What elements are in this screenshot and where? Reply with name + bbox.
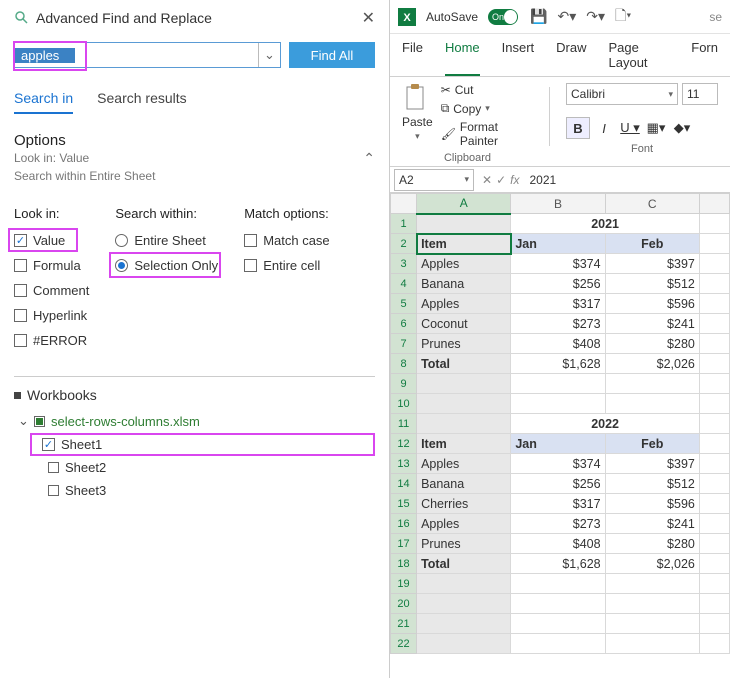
workbook-tree: Workbooks ⌄ select-rows-columns.xlsm ✓ S…: [14, 376, 375, 502]
lookin-header: Look in:: [14, 206, 89, 221]
dialog-tabs: Search in Search results: [14, 90, 375, 114]
tab-page-layout[interactable]: Page Layout: [609, 40, 670, 76]
col-header-b[interactable]: B: [511, 194, 605, 214]
search-combo[interactable]: ⌄: [14, 42, 281, 68]
border-button[interactable]: ▦▾: [644, 117, 668, 139]
dialog-header: Advanced Find and Replace ✕: [14, 8, 375, 28]
font-size-combo[interactable]: 11: [682, 83, 718, 105]
group-font: Calibri▾ 11 B I U ▾ ▦▾ ◆▾ Font: [560, 83, 724, 164]
radio-entire-sheet[interactable]: Entire Sheet: [115, 233, 218, 248]
ribbon-tabs: File Home Insert Draw Page Layout Forn: [390, 34, 730, 77]
radio-selection-only[interactable]: Selection Only: [115, 258, 218, 273]
scissors-icon: ✂: [441, 83, 451, 97]
checkbox-hyperlink[interactable]: Hyperlink: [14, 308, 89, 323]
checkbox-formula[interactable]: Formula: [14, 258, 89, 273]
redo-icon[interactable]: ↷▾: [584, 8, 607, 25]
tree-sheet2[interactable]: Sheet2: [14, 456, 375, 479]
searchwithin-header: Search within:: [115, 206, 218, 221]
title-bar: X AutoSave On 💾 ↶▾ ↷▾ 🗋▾ se: [390, 0, 730, 34]
tab-search-results[interactable]: Search results: [97, 90, 186, 114]
cell[interactable]: Item: [417, 234, 511, 254]
fx-icon[interactable]: fx: [510, 173, 519, 187]
tree-header: Workbooks: [14, 387, 375, 403]
cut-button[interactable]: ✂Cut: [441, 83, 533, 97]
tab-home[interactable]: Home: [445, 40, 480, 76]
find-all-button[interactable]: Find All: [289, 42, 375, 68]
col-header-d[interactable]: [699, 194, 729, 214]
tree-sheet1[interactable]: ✓ Sheet1: [8, 433, 381, 456]
name-box[interactable]: A2▾: [394, 169, 474, 191]
font-name-combo[interactable]: Calibri▾: [566, 83, 678, 105]
format-painter-button[interactable]: 🖌Format Painter: [441, 120, 533, 148]
copy-button[interactable]: ⧉Copy▾: [441, 101, 533, 116]
tree-sheet3[interactable]: Sheet3: [14, 479, 375, 502]
cell[interactable]: 2021: [511, 214, 700, 234]
new-icon[interactable]: 🗋▾: [613, 5, 633, 29]
tab-formulas[interactable]: Forn: [691, 40, 718, 76]
fill-color-button[interactable]: ◆▾: [670, 117, 694, 139]
autosave-toggle[interactable]: On: [488, 9, 518, 25]
options-body: Look in: Value Formula Comment Hyperlink…: [14, 206, 375, 348]
find-replace-dialog: Advanced Find and Replace ✕ ⌄ Find All S…: [0, 0, 390, 678]
ribbon: Paste ▾ ✂Cut ⧉Copy▾ 🖌Format Painter Clip…: [390, 77, 730, 167]
save-icon[interactable]: 💾: [528, 8, 549, 25]
undo-icon[interactable]: ↶▾: [555, 8, 578, 25]
excel-icon: X: [398, 8, 416, 26]
spreadsheet-grid[interactable]: A B C 12021 2ItemJanFeb 3Apples$374$397 …: [390, 193, 730, 678]
search-fragment: se: [709, 10, 722, 24]
options-title: Options: [14, 132, 155, 149]
bold-button[interactable]: B: [566, 117, 590, 139]
checkbox-match-case[interactable]: Match case: [244, 233, 329, 248]
collapse-icon[interactable]: ⌄: [18, 413, 28, 429]
select-all-corner[interactable]: [391, 194, 417, 214]
chevron-up-icon[interactable]: ⌃: [363, 150, 375, 167]
dialog-title: Advanced Find and Replace: [36, 10, 212, 26]
tab-file[interactable]: File: [402, 40, 423, 76]
quick-access-toolbar: 💾 ↶▾ ↷▾ 🗋▾: [528, 5, 633, 29]
match-header: Match options:: [244, 206, 329, 221]
cell[interactable]: [417, 214, 511, 234]
col-header-a[interactable]: A: [417, 194, 511, 214]
italic-button[interactable]: I: [592, 117, 616, 139]
enter-icon[interactable]: ✓: [496, 173, 506, 187]
checkbox-error[interactable]: #ERROR: [14, 333, 89, 348]
search-row: ⌄ Find All: [14, 42, 375, 68]
find-icon: [14, 10, 30, 26]
options-header[interactable]: Options Look in: Value Search within Ent…: [14, 132, 375, 184]
formula-input[interactable]: 2021: [523, 173, 730, 187]
underline-button[interactable]: U ▾: [618, 117, 642, 139]
group-clipboard: Paste ▾ ✂Cut ⧉Copy▾ 🖌Format Painter Clip…: [396, 83, 539, 164]
chevron-down-icon[interactable]: ⌄: [258, 43, 280, 67]
checkbox-value[interactable]: Value: [14, 233, 89, 248]
paste-button[interactable]: Paste ▾: [402, 83, 433, 142]
checkbox-comment[interactable]: Comment: [14, 283, 89, 298]
tree-workbook[interactable]: ⌄ select-rows-columns.xlsm: [14, 409, 375, 433]
autosave-label: AutoSave: [426, 10, 478, 24]
brush-icon: 🖌: [441, 127, 456, 141]
tristate-icon[interactable]: [14, 392, 21, 399]
options-sub2: Search within Entire Sheet: [14, 169, 155, 185]
search-input[interactable]: [15, 48, 75, 63]
excel-window: X AutoSave On 💾 ↶▾ ↷▾ 🗋▾ se File Home In…: [390, 0, 730, 678]
tab-insert[interactable]: Insert: [502, 40, 535, 76]
formula-bar: A2▾ ✕ ✓ fx 2021: [390, 167, 730, 193]
copy-icon: ⧉: [441, 101, 450, 116]
tab-draw[interactable]: Draw: [556, 40, 586, 76]
cancel-icon[interactable]: ✕: [482, 173, 492, 187]
close-icon[interactable]: ✕: [362, 8, 375, 28]
svg-text:X: X: [403, 12, 411, 24]
options-sub1: Look in: Value: [14, 151, 155, 167]
col-header-c[interactable]: C: [605, 194, 699, 214]
checkbox-entire-cell[interactable]: Entire cell: [244, 258, 329, 273]
tab-search-in[interactable]: Search in: [14, 90, 73, 114]
